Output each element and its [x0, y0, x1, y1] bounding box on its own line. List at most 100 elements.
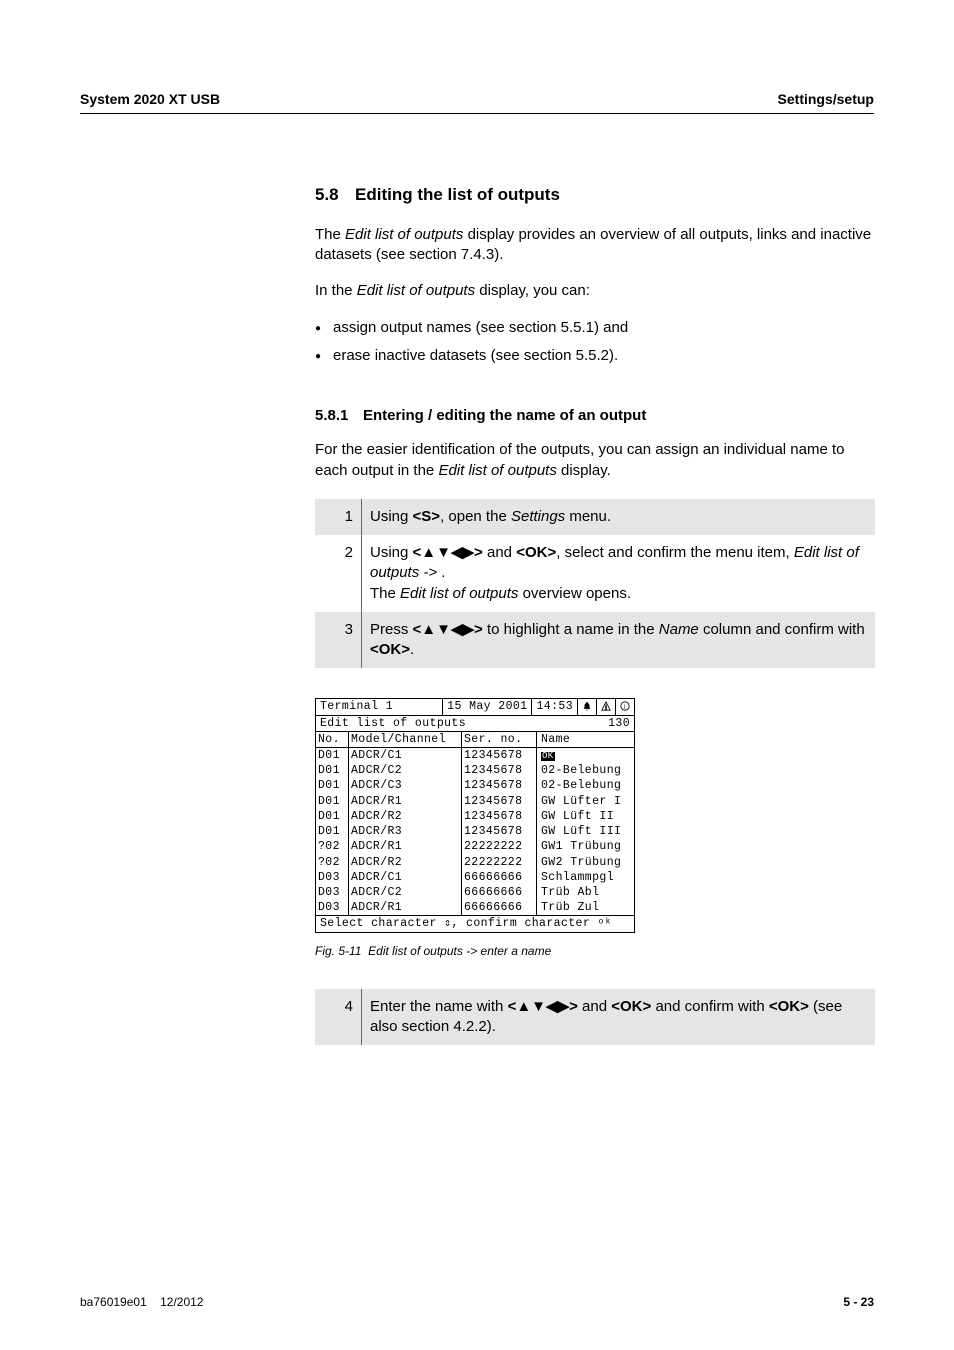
header-left: System 2020 XT USB — [80, 90, 220, 109]
cell-name: Schlammpgl — [537, 870, 634, 885]
section-number: 5.8 — [315, 184, 355, 207]
cell-model: ADCR/R2 — [349, 809, 462, 824]
subsection-number: 5.8.1 — [315, 406, 363, 426]
screen-row: D03ADCR/C266666666Trüb Abl — [316, 885, 634, 900]
cell-no: ?02 — [316, 839, 349, 854]
screen-row: D01ADCR/C31234567802-Belebung — [316, 778, 634, 793]
col-name-header: Name — [537, 732, 634, 747]
cell-serial: 12345678 — [462, 748, 537, 763]
bullet-item: assign output names (see section 5.5.1) … — [315, 318, 875, 338]
bullet-item: erase inactive datasets (see section 5.5… — [315, 346, 875, 366]
text: The — [315, 226, 345, 243]
bullet-list: assign output names (see section 5.5.1) … — [315, 318, 875, 367]
cell-model: ADCR/R2 — [349, 855, 462, 870]
cell-serial: 66666666 — [462, 870, 537, 885]
doc-id: ba76019e01 — [80, 1295, 147, 1309]
steps-table-1: 1Using <S>, open the Settings menu.2Usin… — [315, 499, 875, 669]
cell-serial: 12345678 — [462, 778, 537, 793]
cell-model: ADCR/C2 — [349, 885, 462, 900]
text-cursor: OK — [541, 752, 555, 761]
step-row: 4Enter the name with <▲▼◀▶> and <OK> and… — [315, 989, 875, 1046]
svg-text:i: i — [624, 704, 626, 711]
cell-serial: 12345678 — [462, 763, 537, 778]
screen-table-header: No. Model/Channel Ser. no. Name — [316, 732, 634, 748]
screen-subtitle-bar: Edit list of outputs 130 — [316, 716, 634, 732]
cell-model: ADCR/C3 — [349, 778, 462, 793]
figure-text: Edit list of outputs -> enter a name — [368, 944, 551, 958]
steps-table-2: 4Enter the name with <▲▼◀▶> and <OK> and… — [315, 989, 875, 1046]
cell-no: D01 — [316, 748, 349, 763]
text: display. — [557, 462, 611, 479]
cell-serial: 12345678 — [462, 809, 537, 824]
step-text: Enter the name with <▲▼◀▶> and <OK> and … — [362, 989, 876, 1046]
step-text: Press <▲▼◀▶> to highlight a name in the … — [362, 612, 876, 669]
step-row: 3Press <▲▼◀▶> to highlight a name in the… — [315, 612, 875, 669]
header-right: Settings/setup — [778, 90, 874, 109]
screen-row: D01ADCR/R112345678GW Lüfter I — [316, 794, 634, 809]
step-text: Using <▲▼◀▶> and <OK>, select and confir… — [362, 535, 876, 612]
cell-name: GW2 Trübung — [537, 855, 634, 870]
content-column: 5.8Editing the list of outputs The Edit … — [315, 184, 875, 1045]
page-header: System 2020 XT USB Settings/setup — [80, 90, 874, 114]
cell-no: D01 — [316, 809, 349, 824]
cell-name: OK — [537, 748, 634, 763]
figure-caption: Fig. 5-11 Edit list of outputs -> enter … — [315, 943, 875, 959]
step-number: 3 — [315, 612, 362, 669]
intro-paragraph-1: The Edit list of outputs display provide… — [315, 225, 875, 266]
screen-subtitle: Edit list of outputs — [320, 717, 466, 730]
cell-serial: 66666666 — [462, 900, 537, 915]
terminal-label: Terminal 1 — [316, 699, 443, 714]
cell-no: D03 — [316, 885, 349, 900]
screen-footer-hint: Select character ⇕, confirm character ᵒᵏ — [316, 915, 634, 931]
footer-left: ba76019e01 12/2012 — [80, 1294, 203, 1310]
intro-paragraph-2: In the Edit list of outputs display, you… — [315, 281, 875, 301]
screen-page-number: 130 — [608, 717, 630, 730]
cell-name: GW1 Trübung — [537, 839, 634, 854]
doc-date: 12/2012 — [160, 1295, 203, 1309]
screen-row: D03ADCR/C166666666Schlammpgl — [316, 870, 634, 885]
screen-row: D03ADCR/R166666666Trüb Zul — [316, 900, 634, 915]
cell-serial: 22222222 — [462, 855, 537, 870]
cell-no: ?02 — [316, 855, 349, 870]
info-icon: i — [616, 699, 634, 714]
page: System 2020 XT USB Settings/setup 5.8Edi… — [0, 0, 954, 1350]
italic-term: Edit list of outputs — [345, 226, 463, 243]
cell-serial: 66666666 — [462, 885, 537, 900]
cell-name: GW Lüft III — [537, 824, 634, 839]
screen-row: D01ADCR/C112345678 OK — [316, 748, 634, 763]
warning-icon — [597, 699, 616, 714]
screen-row: D01ADCR/C21234567802-Belebung — [316, 763, 634, 778]
screen-row: ?02ADCR/R222222222GW2 Trübung — [316, 855, 634, 870]
device-screenshot: Terminal 1 15 May 2001 14:53 i Edit list… — [315, 698, 875, 958]
figure-label: Fig. 5-11 — [315, 944, 361, 958]
cell-no: D03 — [316, 900, 349, 915]
cell-model: ADCR/R1 — [349, 839, 462, 854]
col-no-header: No. — [316, 732, 349, 747]
cell-model: ADCR/C1 — [349, 870, 462, 885]
cell-model: ADCR/C2 — [349, 763, 462, 778]
subsection-heading: 5.8.1Entering / editing the name of an o… — [315, 406, 875, 426]
italic-term: Edit list of outputs — [438, 462, 556, 479]
cell-serial: 12345678 — [462, 824, 537, 839]
section-title: Editing the list of outputs — [355, 185, 560, 204]
screen-status-bar: Terminal 1 15 May 2001 14:53 i — [316, 699, 634, 715]
cell-name: Trüb Abl — [537, 885, 634, 900]
subsection-intro: For the easier identification of the out… — [315, 440, 875, 481]
col-model-header: Model/Channel — [349, 732, 462, 747]
col-ser-header: Ser. no. — [462, 732, 537, 747]
cell-model: ADCR/R1 — [349, 794, 462, 809]
cell-name: GW Lüft II — [537, 809, 634, 824]
cell-no: D03 — [316, 870, 349, 885]
cell-model: ADCR/R1 — [349, 900, 462, 915]
cell-model: ADCR/R3 — [349, 824, 462, 839]
italic-term: Edit list of outputs — [357, 282, 475, 299]
screen-date: 15 May 2001 — [443, 699, 532, 714]
step-number: 4 — [315, 989, 362, 1046]
cell-serial: 22222222 — [462, 839, 537, 854]
text: display, you can: — [475, 282, 590, 299]
page-footer: ba76019e01 12/2012 5 - 23 — [80, 1294, 874, 1310]
section-heading: 5.8Editing the list of outputs — [315, 184, 875, 207]
cell-model: ADCR/C1 — [349, 748, 462, 763]
text: In the — [315, 282, 357, 299]
bell-icon — [578, 699, 597, 714]
